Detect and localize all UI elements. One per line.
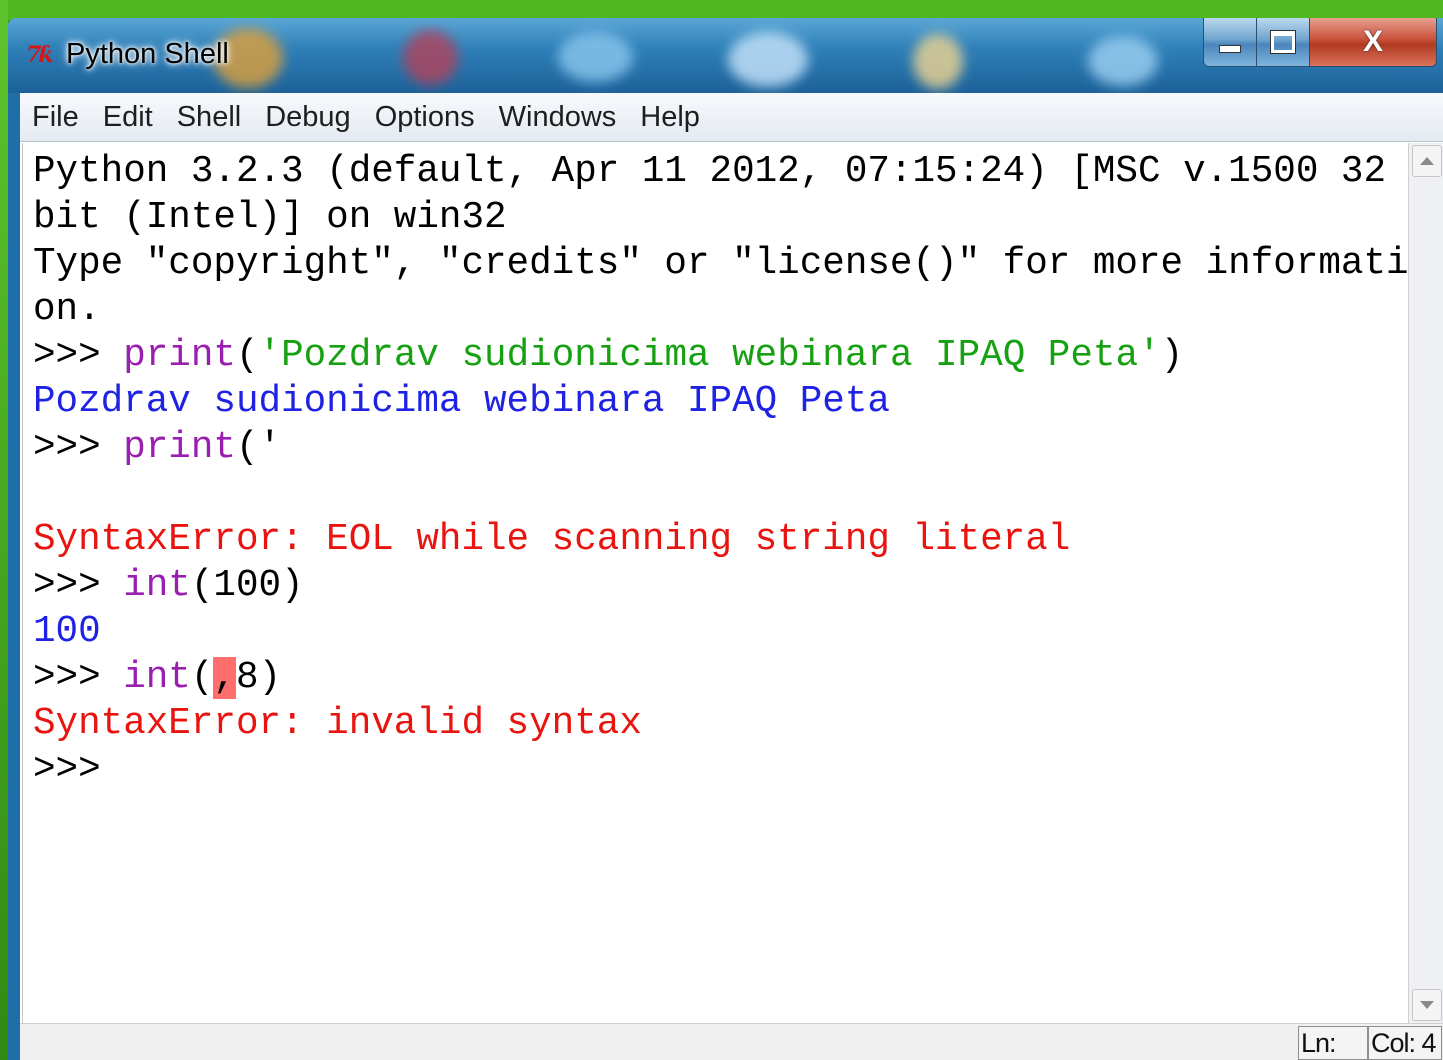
menu-bar: File Edit Shell Debug Options Windows He… [20, 93, 1443, 142]
taskbar-ghost-icon [913, 34, 963, 89]
taskbar-ghost-icon [558, 32, 633, 82]
menu-windows[interactable]: Windows [487, 93, 629, 141]
taskbar-ghost-icon [403, 30, 458, 85]
scroll-up-button[interactable] [1412, 145, 1442, 177]
menu-options[interactable]: Options [363, 93, 487, 141]
minimize-icon [1219, 45, 1241, 53]
prompt: >>> [33, 335, 124, 377]
window-client-area: File Edit Shell Debug Options Windows He… [20, 93, 1443, 1060]
column-number-indicator: Col: 4 [1368, 1026, 1442, 1060]
prompt: >>> [33, 749, 101, 791]
scroll-down-icon [1420, 1001, 1434, 1009]
menu-debug[interactable]: Debug [253, 93, 362, 141]
maximize-icon [1270, 30, 1296, 54]
desktop-background-left [0, 0, 8, 1060]
code-paren: ) [1160, 335, 1184, 377]
menu-shell[interactable]: Shell [165, 93, 254, 141]
close-button[interactable]: X [1310, 18, 1436, 66]
title-bar[interactable]: 7ƙ Python Shell X [8, 18, 1443, 93]
taskbar-ghost-icon [1088, 36, 1158, 86]
python-shell-window: 7ƙ Python Shell X File Edit Shell Debug … [8, 18, 1443, 1060]
tk-logo-icon: 7ƙ [26, 42, 54, 68]
syntax-error-highlight: , [213, 657, 236, 699]
minimize-button[interactable] [1204, 18, 1257, 66]
banner-line: Type "copyright", "credits" or "license(… [33, 243, 1409, 285]
code-text: 8) [235, 657, 282, 699]
banner-line: bit (Intel)] on win32 [33, 197, 507, 239]
taskbar-ghost-icon [728, 32, 808, 87]
banner-line: on. [33, 289, 101, 331]
window-controls: X [1203, 18, 1437, 67]
desktop-background-top [0, 0, 1443, 20]
maximize-button[interactable] [1257, 18, 1310, 66]
keyword-int: int [123, 565, 191, 607]
prompt: >>> [33, 427, 124, 469]
menu-edit[interactable]: Edit [91, 93, 165, 141]
scroll-down-button[interactable] [1412, 989, 1442, 1021]
shell-content: Python 3.2.3 (default, Apr 11 2012, 07:1… [23, 143, 1409, 793]
line-number-indicator: Ln: 12 [1298, 1026, 1368, 1060]
keyword-int: int [123, 657, 191, 699]
output-line: 100 [33, 611, 101, 653]
scroll-up-icon [1420, 157, 1434, 165]
code-paren: ( [190, 657, 214, 699]
code-text: (' [235, 427, 282, 469]
prompt: >>> [33, 657, 124, 699]
menu-help[interactable]: Help [628, 93, 712, 141]
keyword-print: print [123, 335, 236, 377]
banner-line: Python 3.2.3 (default, Apr 11 2012, 07:1… [33, 151, 1387, 193]
prompt: >>> [33, 565, 124, 607]
window-title: Python Shell [66, 38, 229, 70]
string-literal: 'Pozdrav sudionicima webinara IPAQ Peta' [258, 335, 1161, 377]
close-icon: X [1362, 25, 1383, 58]
status-bar: Ln: 12 Col: 4 [20, 1023, 1443, 1060]
error-line: SyntaxError: EOL while scanning string l… [33, 519, 1071, 561]
menu-file[interactable]: File [20, 93, 91, 141]
shell-text-area[interactable]: Python 3.2.3 (default, Apr 11 2012, 07:1… [22, 143, 1409, 1023]
error-line: SyntaxError: invalid syntax [33, 703, 642, 745]
code-paren: ( [235, 335, 259, 377]
output-line: Pozdrav sudionicima webinara IPAQ Peta [33, 381, 890, 423]
vertical-scrollbar[interactable] [1408, 143, 1443, 1023]
keyword-print: print [123, 427, 236, 469]
code-text: (100) [190, 565, 304, 607]
